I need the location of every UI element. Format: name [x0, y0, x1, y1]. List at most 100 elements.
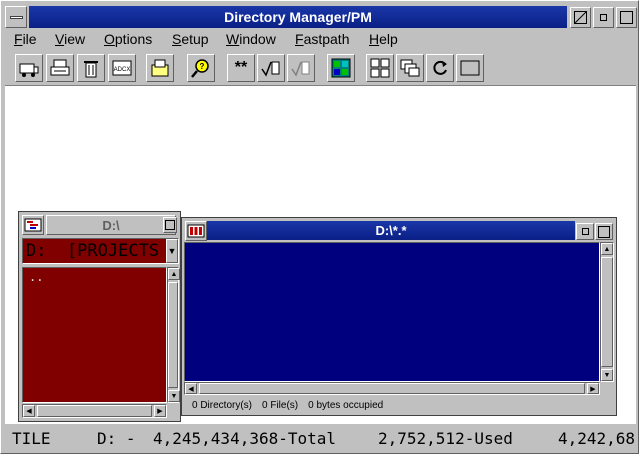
- menu-view[interactable]: View: [55, 31, 85, 47]
- list-item[interactable]: ..: [29, 270, 160, 284]
- maximize-icon: [165, 220, 175, 230]
- minimize-icon: [600, 14, 607, 21]
- svg-text:?: ?: [200, 62, 205, 71]
- arrow-up-icon: ▲: [170, 270, 178, 278]
- arrow-left-icon: ◀: [26, 408, 32, 415]
- select-icon: [261, 61, 280, 77]
- system-menu-icon: [10, 16, 23, 19]
- svg-text:ADCX: ADCX: [114, 67, 131, 73]
- scroll-left-arrow[interactable]: ◀: [185, 383, 197, 394]
- restore-icon: [574, 11, 587, 24]
- file-window-maximize-button[interactable]: [595, 223, 613, 240]
- drive-select-dropdown[interactable]: ▼: [166, 239, 178, 263]
- tree-icon: [24, 218, 42, 232]
- file-horizontal-scrollbar[interactable]: ◀ ▶: [184, 382, 600, 395]
- scroll-right-arrow[interactable]: ▶: [587, 383, 599, 394]
- directory-count: 0 Directory(s): [192, 400, 253, 411]
- move-icon: [19, 63, 39, 77]
- chevron-down-icon: ▼: [167, 246, 177, 256]
- title-bar[interactable]: Directory Manager/PM: [29, 6, 567, 28]
- print-icon: [50, 59, 70, 76]
- select-all-icon: **: [234, 59, 248, 76]
- main-window: Directory Manager/PM File View Options S…: [0, 0, 639, 454]
- scroll-thumb[interactable]: [168, 282, 178, 388]
- drive-window: D:\ D: [PROJECTS ▼ .. ▲ ▼ ◀ ▶: [18, 211, 181, 422]
- drive-window-system-menu[interactable]: [22, 215, 44, 235]
- window-title: Directory Manager/PM: [224, 9, 372, 25]
- directory-tree-list[interactable]: ..: [22, 267, 167, 403]
- scroll-down-arrow[interactable]: ▼: [601, 369, 613, 381]
- arrow-right-icon: ▶: [590, 385, 596, 393]
- blank-icon: [460, 60, 480, 76]
- scroll-thumb[interactable]: [37, 405, 152, 417]
- menu-fastpath[interactable]: Fastpath: [295, 31, 350, 47]
- refresh-icon: [433, 60, 447, 75]
- maximize-icon: [620, 11, 633, 24]
- file-list[interactable]: [184, 242, 600, 382]
- scroll-right-arrow[interactable]: ▶: [154, 405, 166, 417]
- drive-horizontal-scrollbar[interactable]: ◀ ▶: [22, 404, 167, 418]
- status-drive: D: -: [97, 429, 136, 448]
- arrow-left-icon: ◀: [188, 385, 194, 393]
- menu-options[interactable]: Options: [104, 31, 152, 47]
- attributes-icon: ADCX: [112, 60, 132, 76]
- open-folder-button[interactable]: [146, 54, 174, 82]
- restore-button[interactable]: [570, 7, 591, 28]
- refresh-button[interactable]: [426, 54, 454, 82]
- file-count: 0 File(s): [262, 400, 299, 411]
- select-button[interactable]: [257, 54, 285, 82]
- scroll-left-arrow[interactable]: ◀: [23, 405, 35, 417]
- bytes-occupied: 0 bytes occupied: [308, 400, 384, 411]
- color-grid-button[interactable]: [327, 54, 355, 82]
- arrow-up-icon: ▲: [603, 245, 611, 253]
- drive-select[interactable]: D: [PROJECTS: [22, 238, 179, 264]
- tile-button[interactable]: [366, 54, 394, 82]
- color-grid-icon: [331, 58, 351, 78]
- cascade-button[interactable]: [396, 54, 424, 82]
- blank-button[interactable]: [456, 54, 484, 82]
- maximize-icon: [598, 226, 610, 238]
- file-vertical-scrollbar[interactable]: ▲ ▼: [600, 242, 614, 382]
- select-all-button[interactable]: **: [227, 54, 255, 82]
- menu-help[interactable]: Help: [369, 31, 398, 47]
- menu-bar: File View Options Setup Window Fastpath …: [5, 29, 636, 51]
- attributes-button[interactable]: ADCX: [108, 54, 136, 82]
- move-button[interactable]: [15, 54, 43, 82]
- minimize-button[interactable]: [593, 7, 614, 28]
- deselect-button[interactable]: [287, 54, 315, 82]
- menu-file[interactable]: File: [14, 31, 37, 47]
- scroll-down-arrow[interactable]: ▼: [168, 390, 180, 402]
- delete-icon: [84, 61, 98, 78]
- drive-window-title[interactable]: D:\: [46, 215, 176, 235]
- status-mode: TILE: [12, 429, 51, 448]
- menu-setup[interactable]: Setup: [172, 31, 209, 47]
- status-total: 4,245,434,368-Total: [153, 429, 337, 448]
- cascade-icon: [400, 59, 420, 77]
- arrow-down-icon: ▼: [170, 392, 178, 400]
- maximize-button[interactable]: [616, 7, 637, 28]
- drive-window-maximize-button[interactable]: [163, 217, 177, 233]
- open-folder-icon: [151, 59, 169, 77]
- arrow-right-icon: ▶: [157, 408, 163, 415]
- system-menu-button[interactable]: [5, 6, 27, 28]
- delete-button[interactable]: [77, 54, 105, 82]
- drive-vertical-scrollbar[interactable]: ▲ ▼: [167, 267, 180, 403]
- file-window-status: 0 Directory(s) 0 File(s) 0 bytes occupie…: [184, 397, 614, 414]
- file-window-system-menu[interactable]: [185, 221, 207, 241]
- file-window-minimize-button[interactable]: [576, 223, 594, 240]
- print-button[interactable]: [46, 54, 74, 82]
- file-window-title[interactable]: D:\*.*: [207, 221, 575, 240]
- tile-icon: [370, 58, 390, 78]
- file-window: D:\*.* ▲ ▼ ◀ ▶ 0 Directory(s) 0 File(s) …: [181, 217, 617, 416]
- search-button[interactable]: ?: [187, 54, 215, 82]
- files-icon: [187, 224, 205, 238]
- scroll-up-arrow[interactable]: ▲: [168, 268, 180, 280]
- status-free: 4,242,68: [558, 429, 636, 448]
- scroll-up-arrow[interactable]: ▲: [601, 243, 613, 255]
- scroll-thumb[interactable]: [601, 257, 613, 367]
- search-icon: ?: [191, 59, 209, 78]
- toolbar: ADCX ? **: [5, 52, 636, 84]
- scroll-thumb[interactable]: [199, 383, 585, 394]
- arrow-down-icon: ▼: [603, 371, 611, 379]
- menu-window[interactable]: Window: [226, 31, 276, 47]
